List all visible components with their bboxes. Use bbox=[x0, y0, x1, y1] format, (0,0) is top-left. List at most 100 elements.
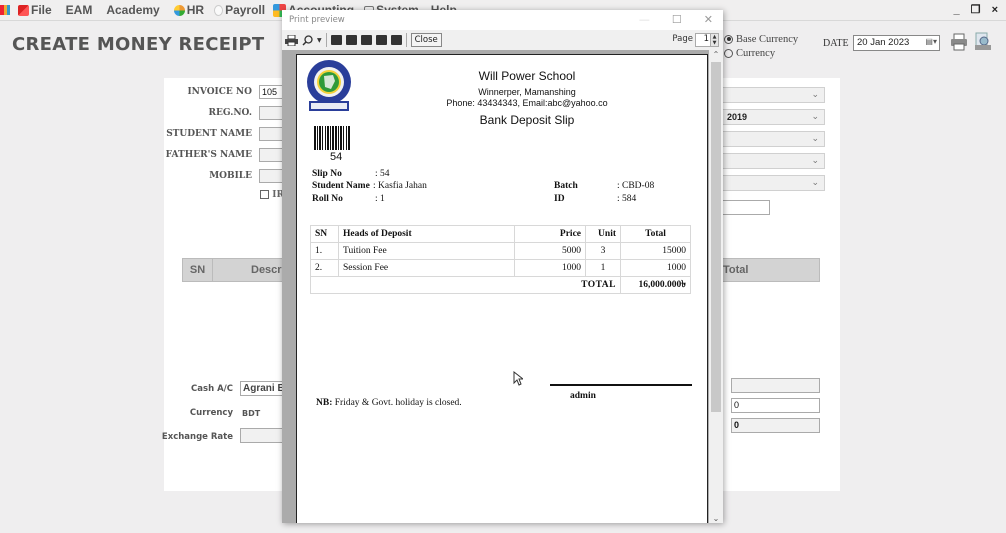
menu-file[interactable]: File bbox=[18, 3, 52, 17]
school-address: Winnerper, Mamanshing bbox=[478, 87, 576, 97]
print-preview-icon[interactable] bbox=[974, 32, 992, 51]
slip-student-name-value: : Kasfia Jahan bbox=[373, 181, 427, 191]
chevron-down-icon: ⌄ bbox=[811, 177, 819, 187]
combo-5[interactable]: ⌄ bbox=[722, 175, 825, 191]
base-currency-label: Base Currency bbox=[736, 33, 799, 45]
app-icon bbox=[0, 5, 10, 15]
grid-header-total: Total bbox=[723, 264, 749, 276]
th-heads: Heads of Deposit bbox=[338, 225, 515, 243]
notice-body: Friday & Govt. holiday is closed. bbox=[332, 398, 462, 408]
cell-total: 15000 bbox=[620, 242, 691, 260]
session-combo[interactable]: 2019 ⌄ bbox=[722, 109, 825, 125]
menu-eam-label: EAM bbox=[65, 3, 93, 17]
preview-close-button[interactable]: Close bbox=[410, 33, 442, 47]
total-value: 16,000.000৳ bbox=[620, 276, 691, 294]
scroll-thumb[interactable] bbox=[711, 62, 721, 412]
spinner-arrows-icon[interactable]: ▲ ▼ bbox=[710, 34, 718, 46]
table-row: 1. Tuition Fee 5000 3 15000 bbox=[310, 242, 691, 260]
four-pages-icon[interactable] bbox=[375, 35, 387, 45]
page-number-value: 1 bbox=[703, 34, 709, 44]
signature-name: admin bbox=[570, 391, 596, 401]
notice-text: NB: Friday & Govt. holiday is closed. bbox=[316, 398, 462, 408]
one-page-icon[interactable] bbox=[330, 35, 342, 45]
currency-radio[interactable]: Currency bbox=[724, 46, 798, 60]
restore-button[interactable]: ❐ bbox=[971, 4, 985, 16]
right-amount-input-1[interactable] bbox=[731, 378, 820, 393]
cash-ac-label: Cash A/C bbox=[191, 384, 233, 394]
page-number-spinner[interactable]: 1 ▲ ▼ bbox=[695, 33, 719, 47]
cell-unit: 1 bbox=[585, 259, 621, 277]
slip-no-label: Slip No bbox=[312, 169, 342, 179]
page-label: Page bbox=[672, 34, 693, 44]
id-row: ID bbox=[554, 194, 565, 204]
pp-close-button[interactable]: ✕ bbox=[704, 13, 713, 26]
printer-icon[interactable] bbox=[950, 33, 968, 51]
right-text-input[interactable] bbox=[722, 200, 770, 215]
right-amount-input-3[interactable]: 0 bbox=[731, 418, 820, 433]
menu-academy[interactable]: Academy bbox=[106, 3, 159, 17]
combo-4[interactable]: ⌄ bbox=[722, 153, 825, 169]
cash-ac-combo[interactable]: Agrani B bbox=[240, 381, 288, 396]
two-pages-icon[interactable] bbox=[345, 35, 357, 45]
date-value: 20 Jan 2023 bbox=[857, 37, 910, 48]
combo-1[interactable]: ⌄ bbox=[722, 87, 825, 103]
slip-no-value: : 54 bbox=[375, 169, 390, 179]
pp-minimize-button[interactable]: — bbox=[639, 13, 650, 26]
file-menu-icon bbox=[18, 4, 29, 16]
scroll-down-icon[interactable]: ⌄ bbox=[709, 514, 723, 523]
roll-no-row: Roll No bbox=[312, 194, 343, 204]
mouse-cursor-icon bbox=[513, 371, 523, 386]
pp-maximize-button[interactable]: ☐ bbox=[672, 13, 682, 26]
date-label: DATE bbox=[823, 38, 849, 49]
student-name-label: STUDENT NAME bbox=[166, 129, 252, 139]
deposit-table: SN Heads of Deposit Price Unit Total 1. … bbox=[310, 225, 691, 294]
table-row: 2. Session Fee 1000 1 1000 bbox=[310, 259, 691, 277]
six-pages-icon[interactable] bbox=[390, 35, 402, 45]
zoom-icon[interactable] bbox=[302, 34, 313, 46]
combo-3[interactable]: ⌄ bbox=[722, 131, 825, 147]
roll-no-value: : 1 bbox=[375, 194, 385, 204]
barcode-number: 54 bbox=[330, 151, 343, 163]
chevron-down-icon: ⌄ bbox=[811, 89, 819, 99]
minimize-button[interactable]: _ bbox=[953, 4, 963, 16]
radio-selected-icon bbox=[724, 34, 733, 44]
print-preview-window-controls: — ☐ ✕ bbox=[639, 13, 713, 26]
cell-price: 1000 bbox=[514, 259, 586, 277]
grid-header-description: Descri bbox=[251, 264, 285, 276]
preview-vertical-scrollbar[interactable]: ⌃ ⌄ bbox=[709, 50, 723, 523]
preview-canvas: Will Power School Winnerper, Mamanshing … bbox=[282, 50, 723, 523]
chevron-down-icon: ⌄ bbox=[811, 111, 819, 121]
batch-value: : CBD-08 bbox=[617, 181, 655, 191]
base-currency-radio[interactable]: Base Currency bbox=[724, 32, 798, 46]
print-preview-titlebar[interactable]: Print preview — ☐ ✕ bbox=[282, 10, 723, 30]
th-unit: Unit bbox=[585, 225, 621, 243]
menu-eam[interactable]: EAM bbox=[66, 3, 93, 17]
menu-payroll-label: Payroll bbox=[225, 3, 266, 17]
invoice-no-label: INVOICE NO bbox=[187, 87, 252, 97]
menu-payroll[interactable]: Payroll bbox=[214, 3, 265, 17]
total-label: TOTAL bbox=[310, 276, 621, 294]
currency-field-label: Currency bbox=[189, 408, 233, 418]
exchange-rate-input[interactable] bbox=[240, 428, 288, 443]
zoom-dropdown-icon[interactable]: ▼ bbox=[317, 37, 322, 44]
three-pages-icon[interactable] bbox=[360, 35, 372, 45]
print-preview-title: Print preview bbox=[289, 15, 345, 25]
date-picker[interactable]: 20 Jan 2023 ▤▾ bbox=[853, 35, 940, 51]
menu-academy-label: Academy bbox=[106, 3, 160, 17]
calendar-dropdown-icon[interactable]: ▤▾ bbox=[925, 37, 937, 46]
print-preview-toolbar: ▼ Close Page 1 ▲ ▼ bbox=[282, 30, 723, 50]
menu-hr[interactable]: HR bbox=[173, 3, 204, 17]
chevron-down-icon: ⌄ bbox=[811, 155, 819, 165]
fathers-name-label: FATHER'S NAME bbox=[165, 150, 252, 160]
chevron-down-icon: ⌄ bbox=[811, 133, 819, 143]
deposit-slip-page: Will Power School Winnerper, Mamanshing … bbox=[296, 54, 708, 523]
menu-file-label: File bbox=[31, 3, 52, 17]
scroll-up-icon[interactable]: ⌃ bbox=[709, 50, 723, 59]
total-row: TOTAL 16,000.000৳ bbox=[310, 276, 691, 294]
right-amount-input-2[interactable]: 0 bbox=[731, 398, 820, 413]
cell-price: 5000 bbox=[514, 242, 586, 260]
toolbar-separator bbox=[325, 33, 327, 47]
window-controls: _ ❐ × bbox=[953, 3, 1002, 16]
close-app-button[interactable]: × bbox=[992, 4, 1002, 16]
print-icon[interactable] bbox=[285, 34, 298, 46]
